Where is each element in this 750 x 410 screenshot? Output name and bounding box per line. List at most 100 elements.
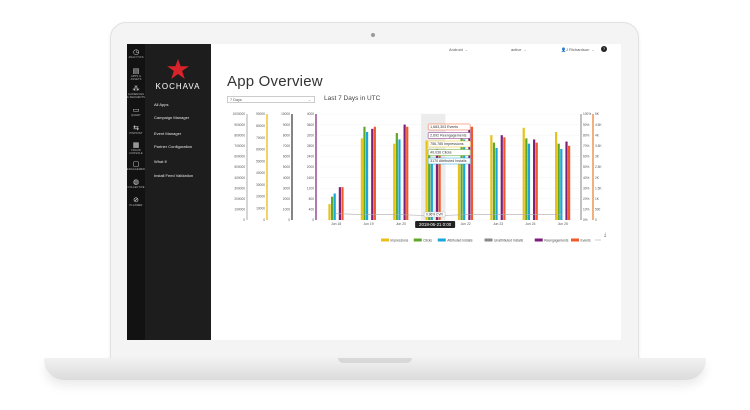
y-right-tick-label: 40% — [583, 176, 590, 180]
y-tick-label: 2800 — [307, 144, 314, 148]
sidebar-item-collective[interactable]: ◍ COLLECTIVE — [127, 178, 145, 189]
bar-events — [535, 142, 538, 220]
nav-item-install-feed-validation[interactable]: Install Feed Validation — [154, 173, 193, 178]
y-right-tick-label: 10% — [583, 208, 590, 212]
help-icon[interactable]: ? — [601, 46, 607, 52]
bar-attributed-installs — [365, 132, 369, 220]
y-right-tick-label: 4.5K — [595, 123, 602, 127]
sidebar-item-audiences[interactable]: ⁂ AUDIENCES & SEGMENTS — [127, 85, 145, 99]
sidebar-item-planner[interactable]: ⊘ PLANNER — [127, 196, 145, 207]
y-right-tick-label: 2.5K — [595, 165, 602, 169]
bar-reengagements — [338, 187, 341, 220]
y-tick-label: 3600 — [307, 123, 314, 127]
date-range-select[interactable]: 7 Days ⌄ — [227, 96, 315, 103]
y-tick-label: 70000 — [256, 136, 265, 140]
apps-assets-icon: ▤ — [132, 67, 140, 75]
legend-label: Attributed Installs — [447, 238, 473, 242]
y-tick-label: 5000 — [283, 165, 290, 169]
status-value: active — [511, 47, 522, 52]
y-tick-label: 200000 — [234, 197, 245, 201]
y-tick-label: 800 — [309, 197, 315, 201]
sidebar-item-pinpoint[interactable]: ⇆ PINPOINT — [127, 124, 145, 135]
y-tick-label: 10000 — [281, 112, 290, 116]
y-tick-label: 0 — [243, 218, 245, 222]
bar-impressions — [457, 158, 461, 220]
legend-label: Impressions — [391, 238, 409, 242]
y-tick-label: 90000 — [256, 112, 265, 116]
nav-item-partner-configuration[interactable]: Partner Configuration — [154, 144, 192, 149]
y-tick-label: 2000 — [307, 165, 314, 169]
bar-reengagements — [468, 126, 471, 220]
sidebar-item-fraud-console[interactable]: ▦ FRAUD CONSOLE — [127, 141, 145, 155]
bar-attributed-installs — [527, 143, 531, 220]
nav-item-campaign-manager[interactable]: Campaign Manager — [154, 115, 189, 120]
sidebar-item-query[interactable]: ▭ QUERY — [127, 106, 145, 117]
y-right-tick-label: 30% — [583, 186, 590, 190]
y-right-tick-label: 60% — [583, 155, 590, 159]
pinpoint-icon: ⇆ — [133, 124, 139, 132]
chevron-down-icon: ⌄ — [591, 47, 595, 52]
y-tick-label: 600000 — [234, 155, 245, 159]
x-tick-label: Jun 18 — [331, 222, 341, 226]
sidebar-item-label: ENGAGEMENT — [127, 168, 147, 171]
audiences-icon: ⁂ — [132, 85, 140, 93]
bar-reengagements — [500, 135, 503, 220]
query-icon: ▭ — [132, 106, 140, 114]
bar-events — [470, 126, 474, 220]
nav-item-event-manager[interactable]: Event Manager — [154, 131, 181, 136]
y-tick-label: 4000 — [307, 112, 314, 116]
y-tick-label: 40000 — [256, 171, 265, 175]
sidebar-item-label: QUERY — [131, 114, 141, 117]
legend-label: Clicks — [423, 238, 432, 242]
sidebar-item-apps-assets[interactable]: ▤ APPS & ASSETS — [127, 67, 145, 81]
laptop-notch — [338, 358, 412, 363]
y-right-tick-label: 5K — [595, 112, 600, 116]
page-title: App Overview — [227, 73, 323, 90]
y-tick-label: 900000 — [234, 123, 245, 127]
engagement-icon: ▢ — [132, 160, 140, 168]
date-range-label: Last 7 Days in UTC — [324, 95, 381, 102]
y-right-tick-label: 70% — [583, 144, 590, 148]
bar-clicks — [330, 196, 334, 220]
y-right-tick-label: 90% — [583, 123, 590, 127]
x-tick-label: Jun 22 — [461, 222, 471, 226]
bar-impressions — [555, 132, 558, 220]
bar-events — [568, 145, 571, 220]
y-tick-label: 800000 — [234, 133, 245, 137]
camera — [371, 33, 375, 37]
analytics-icon: ◷ — [132, 48, 140, 56]
y-right-tick-label: 80% — [583, 133, 590, 137]
x-tick-label: Jun 25 — [558, 222, 568, 226]
legend-swatch — [413, 238, 422, 242]
y-tick-label: 400 — [309, 208, 315, 212]
y-tick-label: 1000000 — [233, 112, 246, 116]
sidebar-item-engagement[interactable]: ▢ ENGAGEMENT — [127, 160, 147, 171]
y-tick-label: 50000 — [256, 159, 265, 163]
y-tick-label: 6000 — [283, 155, 290, 159]
y-right-tick-label: 4K — [595, 133, 600, 137]
y-tick-label: 100000 — [234, 208, 245, 212]
app-overview-chart: 1000000900000800000700000600000500000400… — [233, 112, 603, 242]
y-tick-label: 30000 — [256, 183, 265, 187]
y-right-tick-label: 100% — [583, 112, 591, 116]
nav-panel: KOCHAVA All Apps Campaign Manager Event … — [145, 44, 211, 340]
x-tick-label: Jun 24 — [525, 222, 535, 226]
y-tick-label: 1000 — [283, 208, 290, 212]
nav-item-what-if[interactable]: What If — [154, 159, 167, 164]
download-icon[interactable]: ⤓ — [604, 232, 606, 238]
sidebar-item-label: ANALYTICS — [128, 56, 144, 59]
y-tick-label: 500000 — [234, 165, 245, 169]
sidebar-item-analytics[interactable]: ◷ ANALYTICS — [127, 48, 145, 59]
legend-swatch — [571, 238, 579, 242]
bar-attributed-installs — [333, 193, 336, 220]
bar-clicks — [557, 143, 560, 220]
user-menu[interactable]: 👤J Richardson ⌄ — [561, 47, 595, 52]
platform-select[interactable]: Android ⌄ — [449, 47, 468, 52]
status-select[interactable]: active ⌄ — [511, 47, 527, 52]
chevron-down-icon: ⌄ — [523, 47, 527, 52]
x-tick-label: Jun 19 — [363, 222, 373, 226]
bar-impressions — [425, 140, 428, 220]
bar-impressions — [360, 138, 363, 220]
nav-item-all-apps[interactable]: All Apps — [154, 102, 168, 107]
legend-swatch — [381, 238, 389, 242]
